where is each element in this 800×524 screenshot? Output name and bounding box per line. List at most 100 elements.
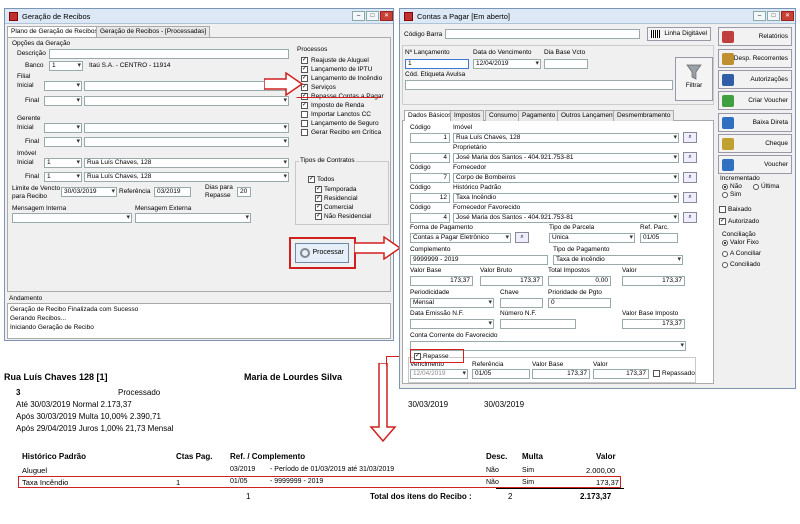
imovel-code-input[interactable]: 1 [410, 133, 450, 143]
imovel-select[interactable]: Rua Luís Chaves, 128 [453, 133, 679, 143]
tipo-checkbox-1[interactable]: ✓ [315, 195, 322, 202]
todos-checkbox[interactable]: ✓ [308, 176, 315, 183]
cod-etiqueta-label: Cód. Etiqueta Avulsa [405, 71, 466, 78]
tipo-pgto-select[interactable]: Taxa de incêndio [553, 255, 683, 265]
valor-base-input[interactable]: 173,37 [410, 276, 473, 286]
imovel-inicial-code[interactable]: 1 [44, 158, 82, 168]
codigo-barra-input[interactable] [445, 29, 640, 39]
close-button[interactable]: ✕ [781, 11, 794, 21]
fornecedor-code-input[interactable]: 7 [410, 173, 450, 183]
side-button-3[interactable]: Criar Voucher [718, 91, 792, 110]
side-button-0[interactable]: Relatórios [718, 27, 792, 46]
imovel-final-code[interactable]: 1 [44, 172, 82, 182]
fornecedor-lookup-button[interactable]: ⌕ [683, 172, 697, 183]
filtrar-button[interactable]: Filtrar [675, 57, 713, 101]
forma-pgto-select[interactable]: Contas a Pagar Eletrônico [410, 233, 511, 243]
referencia-input[interactable]: 03/2019 [154, 187, 191, 197]
tipo-checkbox-3[interactable]: ✓ [315, 213, 322, 220]
proprietario-lookup-button[interactable]: ⌕ [683, 152, 697, 163]
imovel-final-label: Final [25, 173, 40, 180]
cod-etiqueta-input[interactable] [405, 80, 673, 90]
maximize-button[interactable]: □ [767, 11, 780, 21]
favorecido-lookup-button[interactable]: ⌕ [683, 212, 697, 223]
incrementado-nao-radio[interactable] [722, 184, 728, 190]
processo-checkbox-8[interactable] [301, 129, 308, 136]
side-button-2[interactable]: Autorizações [718, 70, 792, 89]
tipo-checkbox-2[interactable]: ✓ [315, 204, 322, 211]
periodicidade-select[interactable]: Mensal [410, 298, 494, 308]
historico-select[interactable]: Taxa Incêndio [453, 193, 679, 203]
valor-input[interactable]: 173,37 [622, 276, 685, 286]
processo-checkbox-5[interactable]: ✓ [301, 102, 308, 109]
proprietario-select[interactable]: José Maria dos Santos - 404.921.753-81 [453, 153, 679, 163]
n-lancamento-input[interactable]: 1 [405, 59, 469, 69]
a-conciliar-radio[interactable] [722, 251, 728, 257]
processo-checkbox-6[interactable] [301, 111, 308, 118]
imovel-final-select[interactable]: Rua Luís Chaves, 128 [84, 172, 289, 182]
prioridade-input[interactable]: 0 [548, 298, 611, 308]
tab-3[interactable]: Pagamento [518, 110, 560, 121]
tab-1[interactable]: Impostos [450, 110, 485, 121]
side-button-6[interactable]: Voucher [718, 155, 792, 174]
complemento-label: Complemento [410, 246, 451, 253]
filial-inicial-code[interactable] [44, 81, 82, 91]
side-button-5[interactable]: Cheque [718, 134, 792, 153]
banco-code-select[interactable]: 1 [49, 61, 83, 71]
close-button[interactable]: ✕ [380, 11, 393, 21]
total-impostos-label: Total Impostos [548, 267, 590, 274]
filial-inicial-select[interactable] [84, 81, 289, 91]
filial-final-select[interactable] [84, 96, 289, 106]
limite-date-input[interactable]: 30/03/2019 [61, 187, 117, 197]
chave-input[interactable] [500, 298, 543, 308]
tab-5[interactable]: Desmembramento [613, 110, 675, 121]
fornecedor-select[interactable]: Corpo de Bombeiros [453, 173, 679, 183]
conciliado-radio[interactable] [722, 262, 728, 268]
historico-code-input[interactable]: 12 [410, 193, 450, 203]
ref-parc-input[interactable]: 01/05 [640, 233, 678, 243]
numero-nf-input[interactable] [500, 319, 576, 329]
proprietario-code-input[interactable]: 4 [410, 153, 450, 163]
tab-processadas[interactable]: Geração de Recibos - [Processadas] [96, 26, 211, 37]
filial-final-code[interactable] [44, 96, 82, 106]
minimize-button[interactable]: ‒ [352, 11, 365, 21]
tab-0[interactable]: Dados Básicos [404, 110, 456, 121]
favorecido-select[interactable]: José Maria dos Santos - 404.921.753-81 [453, 213, 679, 223]
tab-plano[interactable]: Plano de Geração de Recibos [7, 26, 102, 37]
limite-label: Limite de Vencto para Recibo [12, 185, 61, 200]
forma-pgto-lookup-button[interactable]: ⌕ [515, 232, 529, 243]
side-button-1[interactable]: Desp. Recorrentes [718, 49, 792, 68]
autorizado-checkbox[interactable]: ✓ [719, 218, 726, 225]
processo-checkbox-7[interactable] [301, 120, 308, 127]
incrementado-ultima-radio[interactable] [753, 184, 759, 190]
gerente-inicial-code[interactable] [44, 123, 82, 133]
dia-base-input[interactable] [544, 59, 588, 69]
gerente-inicial-select[interactable] [84, 123, 289, 133]
msg-externa-select[interactable] [135, 213, 251, 223]
imovel-lookup-button[interactable]: ⌕ [683, 132, 697, 143]
valor-bruto-input[interactable]: 173,37 [480, 276, 543, 286]
dias-repasse-input[interactable]: 20 [237, 187, 251, 197]
favorecido-code-input[interactable]: 4 [410, 213, 450, 223]
data-vencimento-input[interactable]: 12/04/2019 [473, 59, 541, 69]
msg-interna-select[interactable] [12, 213, 132, 223]
side-button-4[interactable]: Baixa Direta [718, 113, 792, 132]
tab-2[interactable]: Consumo [485, 110, 521, 121]
minimize-button[interactable]: ‒ [753, 11, 766, 21]
tipo-checkbox-0[interactable]: ✓ [315, 186, 322, 193]
incrementado-sim-radio[interactable] [722, 192, 728, 198]
tipo-parcela-select[interactable]: Única [549, 233, 635, 243]
maximize-button[interactable]: □ [366, 11, 379, 21]
total-impostos-input[interactable]: 0,00 [548, 276, 611, 286]
baixado-checkbox[interactable] [719, 206, 726, 213]
historico-lookup-button[interactable]: ⌕ [683, 192, 697, 203]
linha-digitavel-button[interactable]: Linha Digitável [647, 27, 711, 41]
gerente-final-select[interactable] [84, 137, 289, 147]
data-emissao-input[interactable] [410, 319, 494, 329]
gerente-final-code[interactable] [44, 137, 82, 147]
descricao-input[interactable] [49, 49, 289, 59]
complemento-input[interactable]: 9999999 - 2019 [410, 255, 548, 265]
processo-checkbox-0[interactable]: ✓ [301, 57, 308, 64]
valor-base-imposto-input[interactable]: 173,37 [622, 319, 685, 329]
imovel-inicial-select[interactable]: Rua Luís Chaves, 128 [84, 158, 289, 168]
valor-fixo-radio[interactable] [722, 240, 728, 246]
